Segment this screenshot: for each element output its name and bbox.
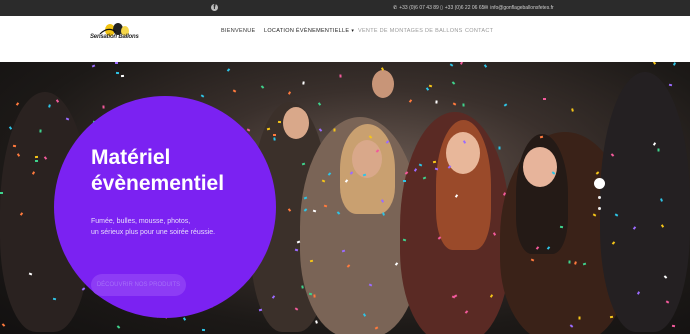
confetti-piece [201, 328, 206, 332]
confetti-piece [452, 102, 457, 106]
hero-slider: Matériel évènementiel Fumée, bulles, mou… [0, 62, 690, 334]
balloons-logo-graphic [99, 23, 129, 36]
crowd-figure [600, 72, 690, 332]
confetti-piece [652, 62, 657, 65]
confetti-piece [568, 260, 571, 264]
phone-1[interactable]: ✆ +33 (0)6 07 43 89 [393, 4, 439, 12]
hero-subtitle-line-1: Fumée, bulles, mousse, photos, [91, 218, 191, 225]
confetti-piece [451, 81, 456, 85]
crowd-face [523, 147, 557, 187]
confetti-piece [52, 297, 57, 301]
slider-dot[interactable] [598, 207, 601, 210]
confetti-piece [462, 103, 465, 107]
crowd-face [446, 132, 480, 174]
confetti-piece [277, 120, 282, 124]
confetti-piece [323, 204, 328, 208]
confetti-piece [449, 63, 454, 67]
crowd-face [352, 140, 382, 178]
top-contact-bar: f ✆ +33 (0)6 07 43 89 ▯ +33 (0)6 22 06 65 … [0, 0, 690, 16]
confetti-piece [672, 62, 677, 66]
confetti-piece [402, 238, 407, 242]
crowd-face [283, 107, 309, 139]
confetti-piece [246, 128, 251, 132]
confetti-piece [34, 159, 39, 163]
confetti-piece [460, 62, 463, 65]
hero-subtitle: Fumée, bulles, mousse, photos, un sérieux… [91, 216, 281, 238]
nav-contact[interactable]: CONTACT [465, 28, 493, 34]
confetti-piece [200, 94, 205, 98]
confetti-piece [120, 74, 125, 78]
confetti-piece [317, 102, 322, 106]
confetti-piece [302, 81, 305, 85]
nav-bienvenue[interactable]: BIENVENUE [221, 28, 256, 34]
confetti-piece [483, 64, 488, 68]
confetti-piece [408, 99, 413, 103]
chevron-down-icon: ▾ [351, 28, 355, 34]
confetti-piece [1, 323, 6, 327]
confetti-piece [182, 317, 187, 321]
confetti-piece [91, 64, 96, 68]
mobile-icon: ▯ [440, 5, 443, 11]
nav-vente-montages[interactable]: VENTE DE MONTAGES DE BALLONS [358, 28, 463, 34]
phone-2-text: +33 (0)6 22 06 65 [444, 5, 485, 11]
confetti-piece [503, 103, 508, 107]
confetti-piece [0, 192, 3, 194]
slider-dot[interactable] [598, 196, 601, 199]
confetti-piece [333, 128, 336, 132]
confetti-piece [102, 105, 105, 109]
confetti-piece [402, 179, 407, 183]
confetti-piece [657, 148, 660, 152]
confetti-piece [559, 225, 564, 229]
phone-1-text: +33 (0)6 07 43 89 [399, 5, 439, 11]
confetti-piece [428, 84, 433, 88]
phone-icon: ✆ [393, 5, 398, 11]
confetti-piece [273, 137, 276, 141]
confetti-piece [226, 68, 231, 72]
nav-location-label: LOCATION ÉVÈNEMENTIELLE [264, 28, 350, 34]
confetti-piece [435, 100, 438, 104]
phone-2[interactable]: ▯ +33 (0)6 22 06 65 [440, 4, 484, 12]
email-text: info@gonflageballonsfetes.fr [490, 5, 554, 11]
confetti-piece [671, 324, 676, 328]
nav-location-evenementielle[interactable]: LOCATION ÉVÈNEMENTIELLE ▾ [264, 28, 354, 34]
confetti-piece [116, 325, 121, 329]
confetti-piece [287, 91, 292, 95]
confetti-piece [294, 248, 299, 252]
confetti-piece [498, 146, 501, 150]
hero-cta-button[interactable]: DÉCOUVRIR NOS PRODUITS [91, 274, 186, 296]
confetti-piece [339, 74, 342, 78]
confetti-piece [315, 320, 318, 324]
confetti-piece [425, 87, 430, 91]
hero-subtitle-line-2: un sérieux plus pour une soirée réussie. [91, 229, 216, 236]
confetti-piece [543, 98, 546, 100]
confetti-piece [313, 294, 316, 298]
main-navigation: Sensation Ballons BIENVENUE LOCATION ÉVÈ… [0, 16, 690, 62]
confetti-piece [15, 102, 20, 106]
confetti-piece [301, 285, 304, 289]
confetti-piece [273, 134, 276, 136]
site-logo[interactable]: Sensation Ballons [90, 22, 144, 44]
confetti-piece [81, 287, 86, 291]
confetti-piece [115, 71, 120, 75]
confetti-piece [434, 167, 439, 171]
confetti-piece [114, 62, 119, 65]
slider-dot-active[interactable] [594, 178, 605, 189]
confetti-piece [34, 155, 39, 159]
logo-text: Sensation Ballons [90, 34, 139, 40]
confetti-piece [668, 83, 673, 87]
hero-title: Matériel évènementiel [91, 146, 225, 195]
confetti-piece [578, 316, 581, 320]
crowd-face [372, 70, 394, 98]
confetti-piece [260, 85, 265, 89]
facebook-icon[interactable]: f [211, 4, 218, 11]
confetti-piece [318, 128, 323, 132]
confetti-piece [232, 89, 237, 93]
confetti-piece [308, 292, 313, 296]
mail-icon: ✉ [484, 5, 489, 11]
confetti-piece [12, 144, 17, 148]
confetti-piece [571, 108, 574, 112]
confetti-piece [39, 129, 42, 133]
email-link[interactable]: ✉ info@gonflageballonsfetes.fr [484, 4, 554, 12]
